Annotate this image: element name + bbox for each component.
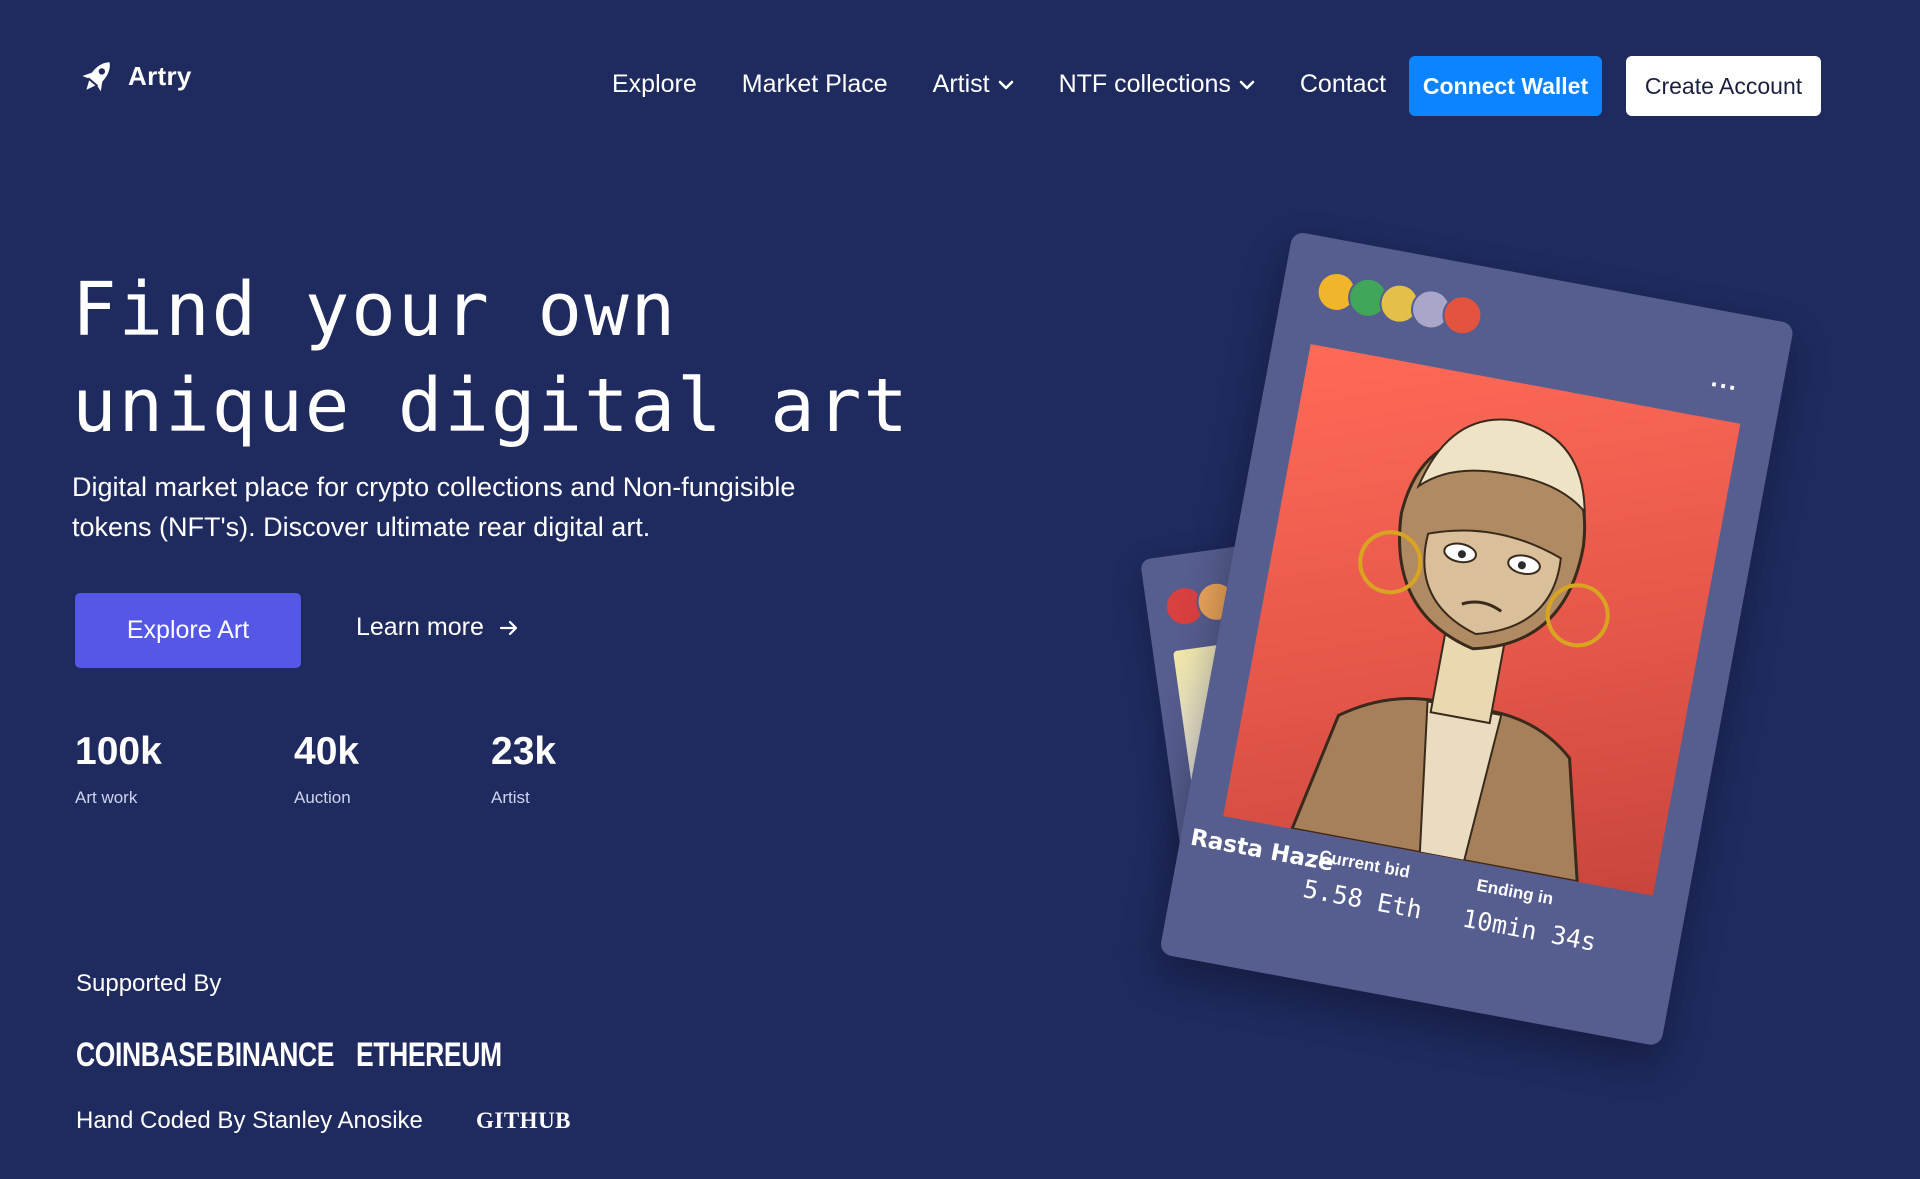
stat-artist: 23k Artist [491,730,556,808]
connect-wallet-button[interactable]: Connect Wallet [1409,56,1602,116]
hero-description: Digital market place for crypto collecti… [72,472,796,542]
author-credit: Hand Coded By Stanley Anosike [76,1107,423,1134]
hero-title-line-1: Find your own [72,267,678,353]
nav-item-market-place[interactable]: Market Place [742,70,888,99]
chevron-down-icon [1239,80,1255,89]
nav-item-ntf-collections[interactable]: NTF collections [1059,70,1255,99]
explore-art-button[interactable]: Explore Art [75,593,301,668]
arrow-right-icon [499,620,517,635]
stat-label: Art work [75,788,138,807]
chevron-down-icon [998,80,1013,89]
sponsor-coinbase: COINBASE [76,1036,213,1074]
nft-artwork [1223,344,1741,896]
nav-item-artist[interactable]: Artist [933,70,1014,99]
sponsor-logos: COINBASE BINANCE ETHEREUM [76,1036,502,1075]
nav-item-explore[interactable]: Explore [612,70,697,99]
rocket-icon [82,62,110,92]
learn-more-link[interactable]: Learn more [356,613,520,642]
hero-title-line-2: unique digital art [72,363,910,449]
ending-in-value: 10min 34s [1460,903,1599,957]
stat-label: Artist [491,788,530,807]
github-link[interactable]: GITHUB [476,1108,571,1134]
nav-item-contact[interactable]: Contact [1300,70,1386,99]
ape-illustration [1289,418,1610,884]
stat-label: Auction [294,788,351,807]
nav-item-label: Artist [932,70,990,98]
stat-artwork: 100k Art work [75,730,162,808]
nav-item-label: Market Place [741,70,888,98]
nav-item-label: Explore [612,70,697,98]
stat-value: 23k [491,730,557,773]
hero-title: Find your own unique digital art [72,262,972,454]
main-nav: Explore Market Place Artist NTF collecti… [612,70,1386,99]
bidder-avatars [1313,268,1486,339]
current-bid-label: Current bid [1317,846,1412,882]
stat-value: 100k [75,730,162,773]
ending-in-label: Ending in [1475,875,1555,909]
nft-card-front[interactable]: ... Rasta Haze Current bid 5.58 Eth Endi… [1159,231,1795,1047]
nav-item-label: Contact [1299,70,1387,98]
supported-by-heading: Supported By [76,970,222,997]
nav-item-label: NTF collections [1058,70,1231,98]
stat-auction: 40k Auction [294,730,359,808]
sponsor-ethereum: ETHEREUM [356,1036,502,1074]
create-account-button[interactable]: Create Account [1626,56,1821,116]
brand-logo[interactable]: Artry [78,56,192,96]
brand-name: Artry [128,60,192,91]
stat-value: 40k [294,730,360,773]
sponsor-binance: BINANCE [216,1036,335,1074]
more-options-icon[interactable]: ... [1709,362,1742,397]
learn-more-label: Learn more [356,613,484,641]
